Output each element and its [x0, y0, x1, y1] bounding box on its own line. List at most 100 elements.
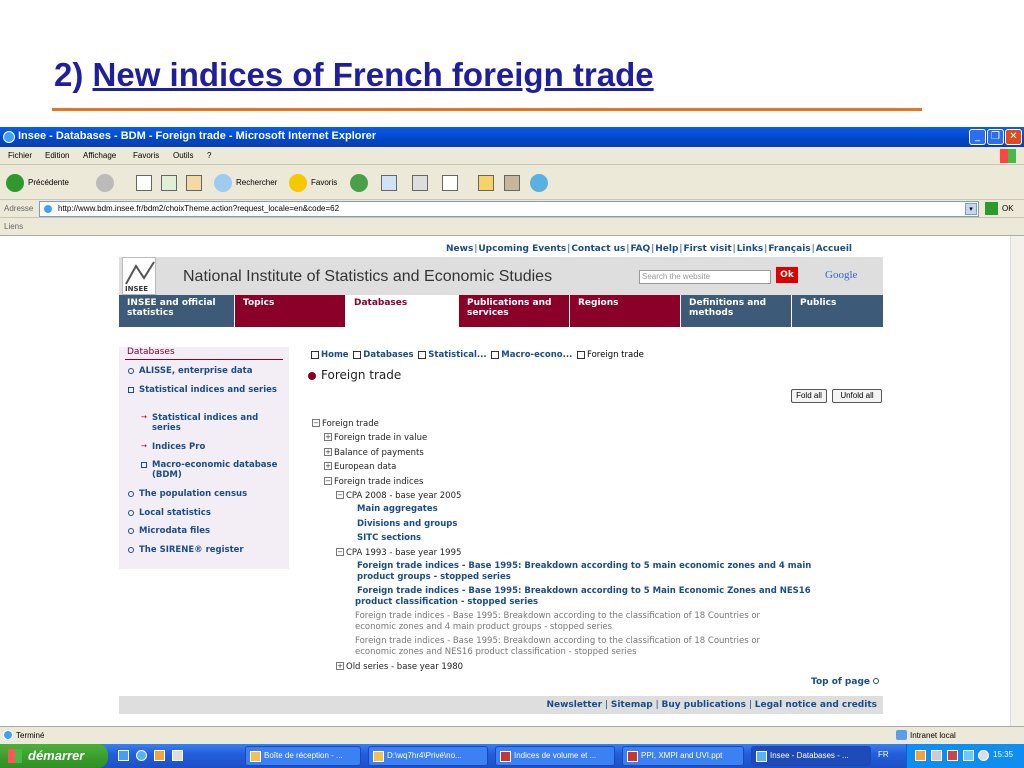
tab-publications[interactable]: Publications and services	[459, 295, 569, 327]
ie-quicklaunch-icon[interactable]	[136, 750, 147, 761]
task-insee-browser[interactable]: Insee - Databases - ...	[751, 746, 871, 766]
tree-foreign-trade-value[interactable]: Foreign trade in value	[334, 433, 427, 443]
menu-affichage[interactable]: Affichage	[83, 151, 116, 160]
leftnav-microdata-files[interactable]: Microdata files	[139, 526, 284, 536]
forward-button[interactable]	[96, 172, 126, 194]
refresh-icon[interactable]	[161, 175, 177, 191]
tab-databases[interactable]: Databases	[346, 295, 458, 327]
restore-button[interactable]: ❐	[987, 129, 1004, 145]
search-button[interactable]: Rechercher	[214, 172, 286, 194]
fold-all-button[interactable]: Fold all	[791, 389, 827, 403]
tree-divisions-groups[interactable]: Divisions and groups	[357, 519, 457, 529]
menu-help[interactable]: ?	[207, 151, 211, 160]
tab-topics[interactable]: Topics	[235, 295, 345, 327]
link-faq[interactable]: FAQ	[630, 244, 650, 254]
menu-favoris[interactable]: Favoris	[133, 151, 159, 160]
print-icon[interactable]	[412, 175, 428, 191]
crumb-home[interactable]: Home	[321, 350, 349, 360]
link-links[interactable]: Links	[737, 244, 764, 254]
site-search-button[interactable]: Ok	[776, 267, 798, 283]
address-input[interactable]: http://www.bdm.insee.fr/bdm2/choixTheme.…	[39, 201, 979, 217]
tree-series-2-line-1[interactable]: Foreign trade indices - Base 1995: Break…	[357, 586, 811, 596]
collapse-icon[interactable]: −	[336, 548, 344, 556]
link-upcoming-events[interactable]: Upcoming Events	[478, 244, 566, 254]
volume-icon[interactable]	[931, 750, 942, 761]
unfold-all-button[interactable]: Unfold all	[832, 389, 882, 403]
link-newsletter[interactable]: Newsletter	[546, 700, 602, 710]
research-icon[interactable]	[504, 175, 520, 191]
outlook-quicklaunch-icon[interactable]	[154, 750, 165, 761]
start-button[interactable]: démarrer	[0, 744, 108, 768]
tree-cpa-2008[interactable]: CPA 2008 - base year 2005	[346, 491, 461, 501]
language-indicator[interactable]: FR	[878, 750, 889, 759]
expand-icon[interactable]: +	[336, 662, 344, 670]
leftnav-indices-pro[interactable]: Indices Pro	[152, 442, 282, 452]
crumb-databases[interactable]: Databases	[363, 350, 413, 360]
task-indices-volume[interactable]: Indices de volume et ...	[495, 746, 615, 766]
back-button[interactable]: Précédente	[6, 172, 90, 194]
expand-icon[interactable]	[128, 387, 134, 393]
go-button[interactable]: OK	[985, 201, 1021, 217]
tab-definitions-methods[interactable]: Definitions and methods	[681, 295, 791, 327]
leftnav-bdm[interactable]: Macro-economic database (BDM)	[152, 460, 282, 480]
tree-cpa-1993[interactable]: CPA 1993 - base year 1995	[346, 548, 461, 558]
network-icon[interactable]	[963, 750, 974, 761]
leftnav-sirene-register[interactable]: The SIRENE® register	[139, 545, 284, 555]
tree-balance-of-payments[interactable]: Balance of payments	[334, 448, 424, 458]
tree-foreign-trade-indices[interactable]: Foreign trade indices	[334, 477, 423, 487]
desktop-quicklaunch-icon[interactable]	[172, 750, 183, 761]
link-legal-notice[interactable]: Legal notice and credits	[755, 700, 877, 710]
task-inbox[interactable]: Boîte de réception - ...	[245, 746, 361, 766]
menu-outils[interactable]: Outils	[173, 151, 193, 160]
security-icon[interactable]	[947, 750, 958, 761]
address-dropdown-icon[interactable]: ▾	[965, 203, 977, 215]
task-folder[interactable]: D:\wq7hr4\Privé\no...	[368, 746, 488, 766]
quicklaunch-icon[interactable]	[118, 750, 129, 761]
folder-icon[interactable]	[478, 175, 494, 191]
mail-icon[interactable]	[381, 175, 397, 191]
leftnav-sub-statistical-indices[interactable]: Statistical indices and series	[152, 413, 282, 433]
tree-sitc-sections[interactable]: SITC sections	[357, 533, 421, 543]
history-icon[interactable]	[350, 174, 368, 192]
link-buy-publications[interactable]: Buy publications	[662, 700, 746, 710]
tree-old-series[interactable]: Old series - base year 1980	[346, 662, 463, 672]
leftnav-statistical-indices[interactable]: Statistical indices and series	[139, 385, 284, 395]
tree-series-2-line-2[interactable]: product classification - stopped series	[355, 597, 538, 607]
link-first-visit[interactable]: First visit	[683, 244, 731, 254]
link-sitemap[interactable]: Sitemap	[611, 700, 653, 710]
slide-title-link[interactable]: New indices of French foreign trade	[93, 56, 654, 93]
close-button[interactable]: ✕	[1005, 129, 1022, 145]
expand-icon[interactable]: +	[324, 433, 332, 441]
leftnav-title[interactable]: Databases	[127, 347, 175, 357]
leftnav-population-census[interactable]: The population census	[139, 489, 284, 499]
top-of-page-link[interactable]: Top of page	[811, 677, 880, 687]
stop-icon[interactable]	[136, 175, 152, 191]
tab-publics[interactable]: Publics	[792, 295, 883, 327]
collapse-icon[interactable]: −	[336, 491, 344, 499]
insee-logo[interactable]: INSEE	[122, 257, 156, 295]
link-francais[interactable]: Français	[768, 244, 810, 254]
link-accueil[interactable]: Accueil	[816, 244, 852, 254]
links-label[interactable]: Liens	[4, 222, 23, 231]
expand-icon[interactable]: +	[324, 462, 332, 470]
tree-series-4-line-1[interactable]: Foreign trade indices - Base 1995: Break…	[355, 636, 760, 646]
expand-icon[interactable]	[141, 462, 147, 468]
tab-insee-official-statistics[interactable]: INSEE and official statistics	[119, 295, 234, 327]
tree-series-3-line-1[interactable]: Foreign trade indices - Base 1995: Break…	[355, 611, 760, 621]
tray-icon[interactable]	[915, 750, 926, 761]
tree-series-1-line-2[interactable]: product groups - stopped series	[357, 572, 511, 582]
home-icon[interactable]	[186, 175, 202, 191]
link-news[interactable]: News	[446, 244, 473, 254]
menu-fichier[interactable]: Fichier	[8, 151, 32, 160]
leftnav-alisse[interactable]: ALISSE, enterprise data	[139, 366, 284, 376]
minimize-button[interactable]: _	[969, 129, 986, 145]
tree-european-data[interactable]: European data	[334, 462, 396, 472]
collapse-icon[interactable]: −	[312, 419, 320, 427]
leftnav-local-statistics[interactable]: Local statistics	[139, 508, 284, 518]
tree-main-aggregates[interactable]: Main aggregates	[357, 504, 438, 514]
tree-series-1-line-1[interactable]: Foreign trade indices - Base 1995: Break…	[357, 561, 811, 571]
messenger-icon[interactable]	[530, 174, 548, 192]
collapse-icon[interactable]: −	[324, 477, 332, 485]
messenger-tray-icon[interactable]	[978, 750, 989, 761]
tree-series-3-line-2[interactable]: economic zones and 4 main product groups…	[355, 622, 612, 632]
